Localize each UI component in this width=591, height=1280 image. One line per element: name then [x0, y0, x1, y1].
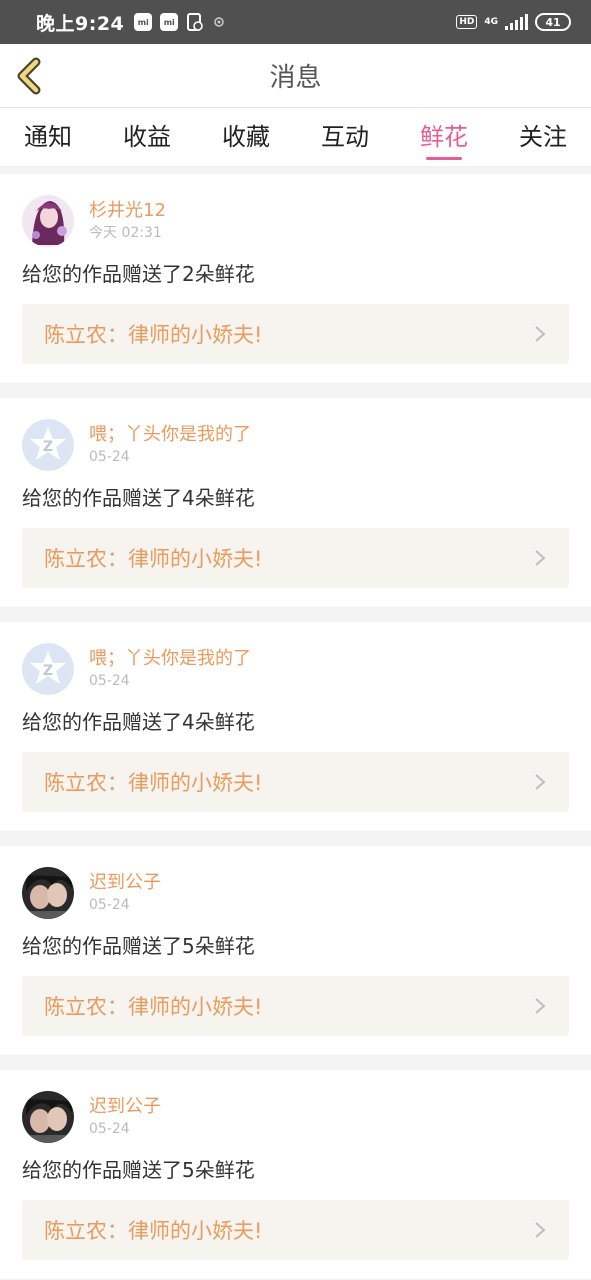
- svg-text:Z: Z: [43, 439, 53, 455]
- avatar[interactable]: [22, 195, 74, 247]
- message-time: 05-24: [89, 449, 130, 465]
- signal-icon: [505, 14, 528, 30]
- sender-name[interactable]: 喂；丫头你是我的了: [89, 647, 251, 671]
- work-title: 陈立农：律师的小娇夫!: [44, 323, 263, 347]
- back-arrow-icon[interactable]: [12, 56, 48, 96]
- status-bar: 晚上9:24 mi mi HD 4G 41: [0, 0, 591, 44]
- message-time: 今天 02:31: [89, 225, 162, 241]
- mi-app-icon: mi: [134, 13, 153, 31]
- message-time: 05-24: [89, 897, 130, 913]
- message-text: 给您的作品赠送了4朵鲜花: [22, 710, 255, 734]
- work-link[interactable]: 陈立农：律师的小娇夫!: [22, 752, 569, 812]
- page-title: 消息: [269, 63, 322, 93]
- tab-follows[interactable]: 关注: [519, 108, 567, 160]
- chevron-right-icon: [535, 550, 546, 566]
- message-text: 给您的作品赠送了5朵鲜花: [22, 1158, 255, 1182]
- avatar[interactable]: Z: [22, 643, 74, 695]
- svg-text:Z: Z: [43, 663, 53, 679]
- message-time: 05-24: [89, 673, 130, 689]
- nav-bar: 消息: [0, 44, 591, 108]
- tab-notice[interactable]: 通知: [24, 108, 72, 160]
- sender-name[interactable]: 迟到公子: [89, 871, 161, 895]
- avatar[interactable]: Z: [22, 419, 74, 471]
- sender-name[interactable]: 喂；丫头你是我的了: [89, 423, 251, 447]
- work-link[interactable]: 陈立农：律师的小娇夫!: [22, 976, 569, 1036]
- chevron-right-icon: [535, 326, 546, 342]
- tab-bar: 通知 收益 收藏 互动 鲜花 关注: [0, 108, 591, 166]
- message-text: 给您的作品赠送了5朵鲜花: [22, 934, 255, 958]
- work-title: 陈立农：律师的小娇夫!: [44, 547, 263, 571]
- message-card: 杉井光12 今天 02:31 给您的作品赠送了2朵鲜花 陈立农：律师的小娇夫!: [0, 174, 591, 383]
- clipboard-clock-icon: [187, 13, 204, 31]
- tab-flowers[interactable]: 鲜花: [420, 108, 468, 160]
- battery-icon: 41: [535, 13, 571, 31]
- message-time: 05-24: [89, 1121, 130, 1137]
- network-type: 4G: [484, 17, 498, 27]
- notification-icons: mi mi: [134, 12, 226, 32]
- chevron-right-icon: [535, 774, 546, 790]
- message-card: Z 喂；丫头你是我的了 05-24 给您的作品赠送了4朵鲜花 陈立农：律师的小娇…: [0, 622, 591, 831]
- work-link[interactable]: 陈立农：律师的小娇夫!: [22, 304, 569, 364]
- work-title: 陈立农：律师的小娇夫!: [44, 771, 263, 795]
- tab-earnings[interactable]: 收益: [123, 108, 171, 160]
- chevron-right-icon: [535, 998, 546, 1014]
- message-text: 给您的作品赠送了4朵鲜花: [22, 486, 255, 510]
- hd-icon: HD: [456, 15, 478, 29]
- work-link[interactable]: 陈立农：律师的小娇夫!: [22, 528, 569, 588]
- message-text: 给您的作品赠送了2朵鲜花: [22, 262, 255, 286]
- message-card: 迟到公子 05-24 给您的作品赠送了5朵鲜花 陈立农：律师的小娇夫!: [0, 846, 591, 1055]
- message-card: 迟到公子 05-24 给您的作品赠送了5朵鲜花 陈立农：律师的小娇夫!: [0, 1070, 591, 1279]
- tab-favorites[interactable]: 收藏: [222, 108, 270, 160]
- message-list: 杉井光12 今天 02:31 给您的作品赠送了2朵鲜花 陈立农：律师的小娇夫! …: [0, 166, 591, 1279]
- status-time: 晚上9:24: [36, 12, 125, 35]
- mi-app-icon: mi: [160, 13, 179, 31]
- sender-name[interactable]: 迟到公子: [89, 1095, 161, 1119]
- work-title: 陈立农：律师的小娇夫!: [44, 995, 263, 1019]
- avatar[interactable]: [22, 1091, 74, 1143]
- sender-name[interactable]: 杉井光12: [89, 199, 166, 223]
- chevron-right-icon: [535, 1222, 546, 1238]
- tab-interaction[interactable]: 互动: [321, 108, 369, 160]
- flower-icon: [214, 17, 225, 27]
- work-link[interactable]: 陈立农：律师的小娇夫!: [22, 1200, 569, 1260]
- work-title: 陈立农：律师的小娇夫!: [44, 1219, 263, 1243]
- message-card: Z 喂；丫头你是我的了 05-24 给您的作品赠送了4朵鲜花 陈立农：律师的小娇…: [0, 398, 591, 607]
- avatar[interactable]: [22, 867, 74, 919]
